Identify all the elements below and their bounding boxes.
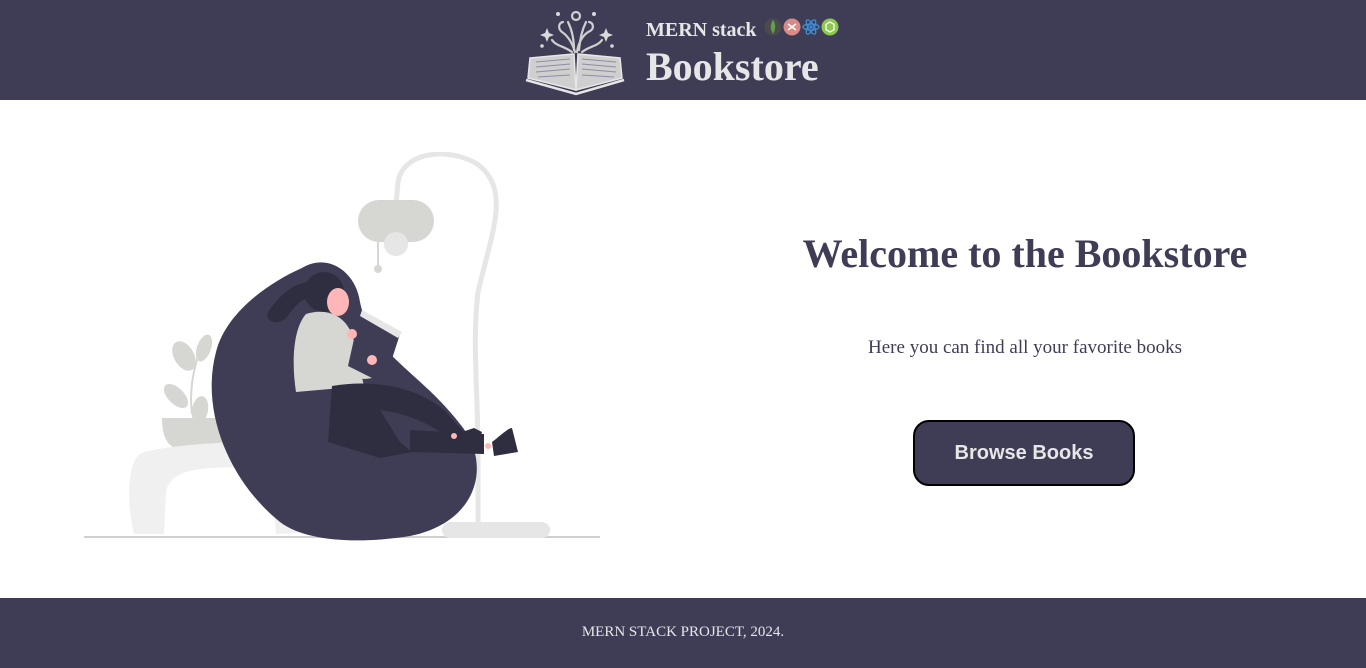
footer-copyright: MERN STACK PROJECT, 2024. xyxy=(581,623,785,640)
open-book-icon xyxy=(522,6,628,96)
site-header: MERN stack Bookstore xyxy=(0,0,1366,100)
brand-title: Bookstore xyxy=(646,44,819,89)
brand-subtitle: MERN stack xyxy=(646,19,757,41)
nodejs-icon xyxy=(821,18,839,36)
browse-books-button[interactable]: Browse Books xyxy=(913,420,1135,486)
mongodb-icon xyxy=(764,18,782,36)
woman-reading-on-beanbag-illustration xyxy=(80,151,604,542)
page-subtitle: Here you can find all your favorite book… xyxy=(868,337,1182,358)
react-icon xyxy=(802,18,820,36)
page-title: Welcome to the Bookstore xyxy=(802,231,1248,276)
tech-stack-icons xyxy=(764,18,839,36)
site-footer: MERN STACK PROJECT, 2024. xyxy=(0,598,1366,668)
express-icon xyxy=(783,18,801,36)
hero-section: Welcome to the Bookstore Here you can fi… xyxy=(0,100,1366,598)
